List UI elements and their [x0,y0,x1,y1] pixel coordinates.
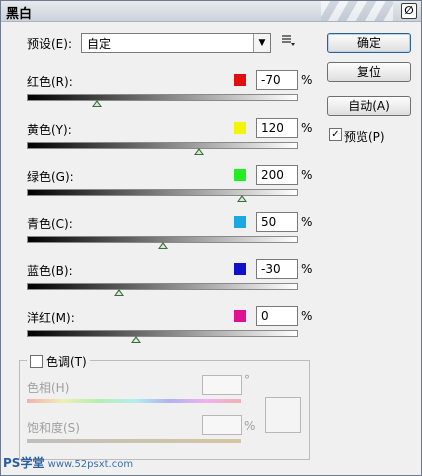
magenta-slider-thumb[interactable] [131,336,141,343]
channel-label-yellow: 黄色(Y): [27,123,72,137]
tint-color-preview [265,397,301,433]
channel-label-red: 红色(R): [27,75,73,89]
channel-label-cyan: 青色(C): [27,217,73,231]
title-decoration [321,1,393,21]
preset-value: 自定 [87,37,112,51]
green-slider-thumb[interactable] [237,195,247,202]
saturation-percent-unit: % [244,419,256,433]
black-white-dialog: 黑白 ∅ 预设(E): 自定 ▼ 确定 复位 自动(A) ✓ 预览(P) 红色(… [0,0,422,476]
blue-slider-track[interactable] [27,283,298,290]
saturation-input[interactable] [202,415,242,435]
close-button[interactable]: ∅ [401,3,417,19]
blue-slider-thumb[interactable] [114,289,124,296]
auto-button[interactable]: 自动(A) [327,96,411,116]
cyan-percent-unit: % [301,215,313,229]
chevron-down-icon[interactable]: ▼ [253,34,270,52]
blue-value-input[interactable]: -30 [256,259,298,279]
tint-header: 色调(T) [27,353,90,370]
green-percent-unit: % [301,168,313,182]
magenta-value-input[interactable]: 0 [256,306,298,326]
hue-label: 色相(H) [27,381,70,395]
magenta-slider-track[interactable] [27,330,298,337]
preset-dropdown[interactable]: 自定 ▼ [81,33,271,53]
preset-options-icon[interactable] [281,33,295,47]
yellow-slider-track[interactable] [27,142,298,149]
yellow-percent-unit: % [301,121,313,135]
tint-checkbox[interactable] [30,355,43,368]
hue-spectrum-slider[interactable] [27,399,241,403]
red-swatch [234,74,246,86]
red-percent-unit: % [301,73,313,87]
cyan-slider-thumb[interactable] [158,242,168,249]
yellow-slider-thumb[interactable] [194,148,204,155]
tint-label: 色调(T) [46,355,87,369]
hue-input[interactable] [202,375,242,395]
hue-degree-unit: ° [244,373,250,387]
title-bar: 黑白 ∅ [1,1,421,22]
dialog-title: 黑白 [6,7,33,22]
yellow-value-input[interactable]: 120 [256,118,298,138]
channel-label-blue: 蓝色(B): [27,264,73,278]
red-slider-track[interactable] [27,94,298,101]
watermark-ps-text: PS学堂 [3,456,45,470]
red-slider-thumb[interactable] [92,100,102,107]
preset-label: 预设(E): [27,37,72,51]
watermark: PS学堂 www.52psxt.com [3,453,153,473]
watermark-site-text: www.52psxt.com [47,459,134,470]
channel-label-green: 绿色(G): [27,170,74,184]
blue-percent-unit: % [301,262,313,276]
yellow-swatch [234,122,246,134]
channel-label-magenta: 洋红(M): [27,311,75,325]
cyan-swatch [234,216,246,228]
green-value-input[interactable]: 200 [256,165,298,185]
saturation-label: 饱和度(S) [27,421,80,435]
magenta-swatch [234,310,246,322]
green-swatch [234,169,246,181]
ok-button[interactable]: 确定 [327,33,411,53]
red-value-input[interactable]: -70 [256,70,298,90]
preview-checkbox[interactable]: ✓ [329,128,342,141]
reset-button[interactable]: 复位 [327,62,411,82]
magenta-percent-unit: % [301,309,313,323]
green-slider-track[interactable] [27,189,298,196]
blue-swatch [234,263,246,275]
saturation-slider[interactable] [27,439,241,443]
preview-label: 预览(P) [344,130,385,144]
cyan-value-input[interactable]: 50 [256,212,298,232]
